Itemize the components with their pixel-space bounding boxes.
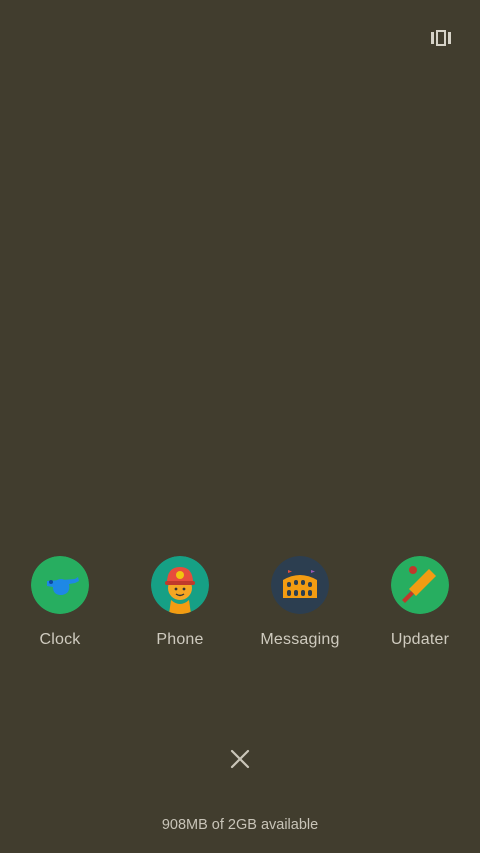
app-phone[interactable]: Phone (120, 556, 240, 650)
app-updater[interactable]: Updater (360, 556, 480, 650)
app-messaging[interactable]: Messaging (240, 556, 360, 650)
cricket-bat-icon (391, 556, 449, 614)
app-label-phone: Phone (156, 631, 204, 648)
app-clock[interactable]: Clock (0, 556, 120, 650)
close-icon (230, 749, 250, 769)
recents-screen: Clock Phone Messaging Updater 908MB of 2… (0, 0, 480, 853)
storage-status-text: 908MB of 2GB available (161, 817, 319, 833)
app-label-clock: Clock (39, 631, 81, 648)
whistle-icon (31, 556, 89, 614)
recent-apps-row: Clock Phone Messaging Updater (0, 556, 480, 656)
app-label-messaging: Messaging (260, 631, 340, 648)
colosseum-icon (271, 556, 329, 614)
app-label-updater: Updater (390, 631, 450, 648)
firefighter-icon (151, 556, 209, 614)
multi-window-icon[interactable] (431, 30, 451, 46)
close-all-button[interactable] (228, 747, 252, 771)
